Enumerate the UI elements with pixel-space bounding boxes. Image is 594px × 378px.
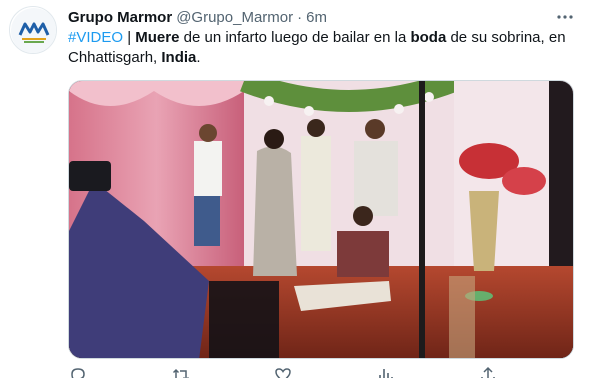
tweet[interactable]: Grupo Marmor @Grupo_Marmor · 6m #VIDEO |… — [0, 0, 594, 378]
like-icon — [275, 368, 291, 378]
text-bold-2: boda — [410, 29, 447, 46]
tweet-actions — [68, 366, 498, 378]
reply-icon — [71, 368, 85, 378]
grupo-marmor-logo-icon — [11, 8, 56, 53]
reply-button[interactable] — [68, 366, 88, 378]
author-display-name[interactable]: Grupo Marmor — [68, 9, 172, 26]
share-button[interactable] — [478, 366, 498, 378]
author-avatar[interactable] — [9, 6, 57, 54]
more-icon — [557, 15, 573, 19]
views-icon — [378, 369, 393, 378]
views-button[interactable] — [376, 366, 396, 378]
video-frame-image — [69, 81, 573, 358]
tweet-header: Grupo Marmor @Grupo_Marmor · 6m — [68, 6, 327, 28]
share-icon — [481, 366, 495, 378]
tweet-text: #VIDEO | Muere de un infarto luego de ba… — [68, 28, 580, 68]
more-options-button[interactable] — [552, 6, 578, 28]
tweet-video[interactable] — [68, 80, 574, 359]
tweet-timestamp[interactable]: 6m — [306, 9, 327, 26]
text-bold-3: India — [161, 49, 197, 66]
separator-dot: · — [297, 8, 303, 26]
text-part-3: . — [196, 49, 201, 66]
text-bold-1: Muere — [135, 29, 180, 46]
hashtag-link[interactable]: #VIDEO — [68, 29, 123, 46]
retweet-button[interactable] — [171, 366, 191, 378]
author-handle[interactable]: @Grupo_Marmor — [176, 9, 293, 26]
text-pipe: | — [123, 29, 136, 46]
text-part-1: de un infarto luego de bailar en la — [179, 29, 411, 46]
retweet-icon — [172, 368, 189, 378]
like-button[interactable] — [273, 366, 293, 378]
